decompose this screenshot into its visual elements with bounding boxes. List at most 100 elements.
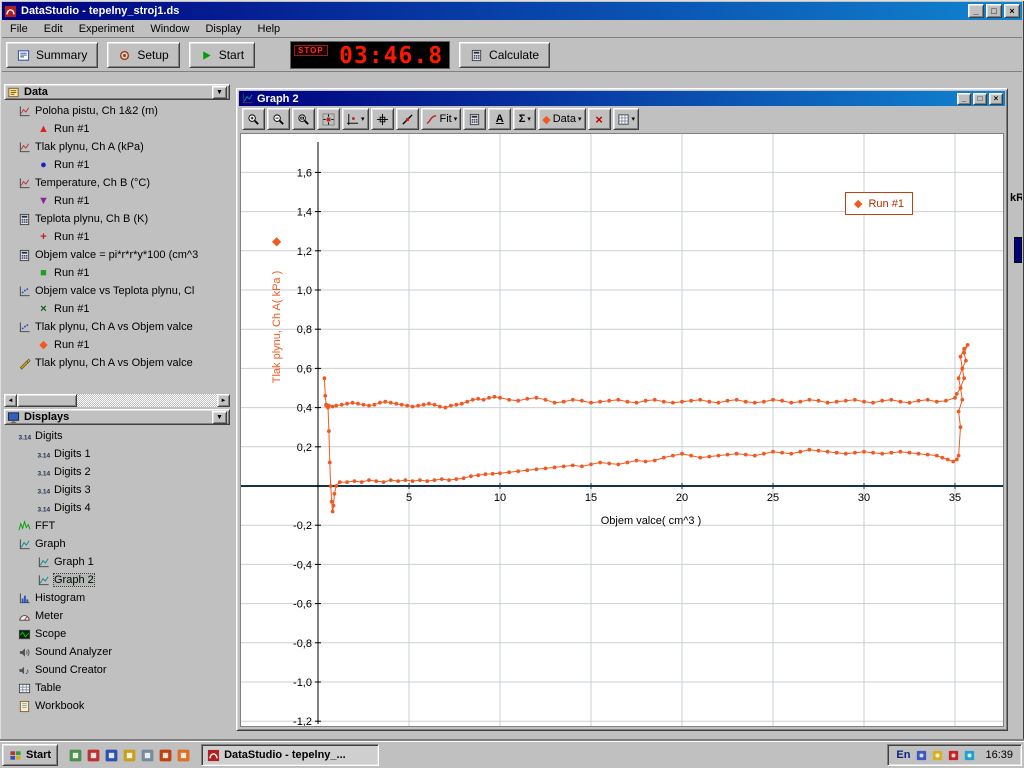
display-item-digits-1[interactable]: 3.14Digits 1 — [4, 445, 230, 463]
data-item-label: Tlak plynu, Ch A (kPa) — [35, 141, 144, 153]
close-button[interactable]: × — [1004, 4, 1020, 18]
maximize-button[interactable]: □ — [986, 4, 1002, 18]
calculator-button[interactable] — [463, 108, 486, 130]
graph-close-button[interactable]: × — [989, 93, 1003, 105]
zoom-out-button[interactable] — [267, 108, 290, 130]
display-item-digits-3[interactable]: 3.14Digits 3 — [4, 481, 230, 499]
smart-tool-button[interactable] — [371, 108, 394, 130]
display-item-graph-2[interactable]: Graph 2 — [4, 571, 230, 589]
display-item-table[interactable]: Table — [4, 679, 230, 697]
app-titlebar[interactable]: DataStudio - tepelny_stroj1.ds _ □ × — [2, 2, 1022, 20]
xy-data-icon — [18, 321, 31, 334]
data-run-item[interactable]: ▼Run #1 — [4, 192, 230, 210]
statistics-menu-button[interactable]: Σ▾ — [513, 108, 536, 130]
digits-icon: 3.14 — [18, 430, 31, 443]
tray-icon-1[interactable] — [915, 749, 928, 762]
start-button[interactable]: Start — [189, 42, 255, 68]
quicklaunch-icon-3[interactable] — [104, 748, 119, 763]
chart-plot-area[interactable]: 1,61,41,21,00,80,60,40,2-0,2-0,4-0,6-0,8… — [240, 133, 1004, 727]
graph-minimize-button[interactable]: _ — [957, 93, 971, 105]
display-item-graph[interactable]: Graph — [4, 535, 230, 553]
scrollbar-thumb[interactable] — [17, 394, 77, 407]
data-run-item[interactable]: ▲Run #1 — [4, 120, 230, 138]
display-item-digits-4[interactable]: 3.14Digits 4 — [4, 499, 230, 517]
data-item[interactable]: Objem valce vs Teplota plynu, Cl — [4, 282, 230, 300]
zoom-select-button[interactable] — [292, 108, 315, 130]
menu-experiment[interactable]: Experiment — [71, 21, 143, 37]
menu-help[interactable]: Help — [250, 21, 289, 37]
data-run-item[interactable]: ◆Run #1 — [4, 336, 230, 354]
quicklaunch-icon-4[interactable] — [122, 748, 137, 763]
scale-to-fit-button[interactable] — [317, 108, 340, 130]
magnifier-minus-icon — [272, 113, 285, 126]
graph-icon — [37, 574, 50, 587]
tray-icon-4[interactable] — [963, 749, 976, 762]
display-item-sound-analyzer[interactable]: Sound Analyzer — [4, 643, 230, 661]
data-run-item[interactable]: ●Run #1 — [4, 156, 230, 174]
data-item[interactable]: Tlak plynu, Ch A vs Objem valce — [4, 318, 230, 336]
align-tool-button[interactable]: ▾ — [342, 108, 369, 130]
grid-settings-button[interactable]: ▾ — [613, 108, 640, 130]
scroll-left-button[interactable]: ◄ — [4, 394, 17, 407]
quicklaunch-icon-7[interactable] — [176, 748, 191, 763]
displays-panel-header[interactable]: Displays ▼ — [4, 409, 230, 425]
displays-panel-dropdown-button[interactable]: ▼ — [212, 411, 227, 424]
data-item[interactable]: Tlak plynu, Ch A vs Objem valce — [4, 354, 230, 372]
monitor-icon — [7, 411, 20, 424]
task-button-datastudio[interactable]: DataStudio - tepelny_... — [201, 744, 379, 766]
data-item[interactable]: Temperature, Ch B (°C) — [4, 174, 230, 192]
display-item-label: Digits 1 — [54, 448, 91, 460]
data-panel-dropdown-button[interactable]: ▼ — [212, 86, 227, 99]
data-run-item[interactable]: +Run #1 — [4, 228, 230, 246]
data-run-item[interactable]: ×Run #1 — [4, 300, 230, 318]
minimize-button[interactable]: _ — [968, 4, 984, 18]
quicklaunch-icon-6[interactable] — [158, 748, 173, 763]
data-item[interactable]: Poloha pistu, Ch 1&2 (m) — [4, 102, 230, 120]
data-item[interactable]: Objem valce = pi*r*r*y*100 (cm^3 — [4, 246, 230, 264]
menu-file[interactable]: File — [2, 21, 36, 37]
chart-legend[interactable]: ◆ Run #1 — [845, 192, 913, 215]
menu-edit[interactable]: Edit — [36, 21, 71, 37]
graph-window-titlebar[interactable]: Graph 2 _ □ × — [239, 91, 1005, 106]
dropdown-arrow-icon: ▾ — [361, 115, 365, 123]
text-annotation-button[interactable]: A — [488, 108, 511, 130]
graph-maximize-button[interactable]: □ — [973, 93, 987, 105]
scroll-right-button[interactable]: ► — [217, 394, 230, 407]
remove-button[interactable]: × — [588, 108, 611, 130]
quicklaunch-icon-2[interactable] — [86, 748, 101, 763]
data-panel-hscrollbar[interactable]: ◄ ► — [4, 394, 230, 407]
display-item-sound-creator[interactable]: ♪Sound Creator — [4, 661, 230, 679]
tray-icon-3[interactable] — [947, 749, 960, 762]
slope-tool-button[interactable] — [396, 108, 419, 130]
display-item-histogram[interactable]: Histogram — [4, 589, 230, 607]
quicklaunch-icon-1[interactable] — [68, 748, 83, 763]
display-item-graph-1[interactable]: Graph 1 — [4, 553, 230, 571]
display-item-digits[interactable]: 3.14Digits — [4, 427, 230, 445]
display-item-label: Graph 1 — [54, 556, 94, 568]
display-item-fft[interactable]: FFT — [4, 517, 230, 535]
data-run-item[interactable]: ■Run #1 — [4, 264, 230, 282]
menu-display[interactable]: Display — [197, 21, 249, 37]
run-marker: ● — [37, 160, 50, 171]
calculate-button[interactable]: Calculate — [459, 42, 550, 68]
summary-button[interactable]: Summary — [6, 42, 98, 68]
quicklaunch-icon-5[interactable] — [140, 748, 155, 763]
display-item-meter[interactable]: Meter — [4, 607, 230, 625]
menu-window[interactable]: Window — [142, 21, 197, 37]
display-item-scope[interactable]: Scope — [4, 625, 230, 643]
data-panel-header[interactable]: Data ▼ — [4, 84, 230, 100]
data-menu-button[interactable]: ◆Data▾ — [538, 108, 585, 130]
display-item-workbook[interactable]: Workbook — [4, 697, 230, 715]
windows-flag-icon — [9, 749, 22, 762]
scrollbar-track[interactable] — [77, 394, 217, 407]
data-item[interactable]: Teplota plynu, Ch B (K) — [4, 210, 230, 228]
display-item-digits-2[interactable]: 3.14Digits 2 — [4, 463, 230, 481]
setup-button[interactable]: Setup — [107, 42, 179, 68]
fit-menu-button[interactable]: Fit▾ — [421, 108, 462, 130]
data-item[interactable]: Tlak plynu, Ch A (kPa) — [4, 138, 230, 156]
desktop: DataStudio - tepelny_stroj1.ds _ □ × Fil… — [0, 0, 1024, 768]
zoom-in-button[interactable] — [242, 108, 265, 130]
keyboard-layout-indicator[interactable]: En — [896, 749, 910, 761]
tray-icon-2[interactable] — [931, 749, 944, 762]
start-menu-button[interactable]: Start — [2, 744, 58, 766]
